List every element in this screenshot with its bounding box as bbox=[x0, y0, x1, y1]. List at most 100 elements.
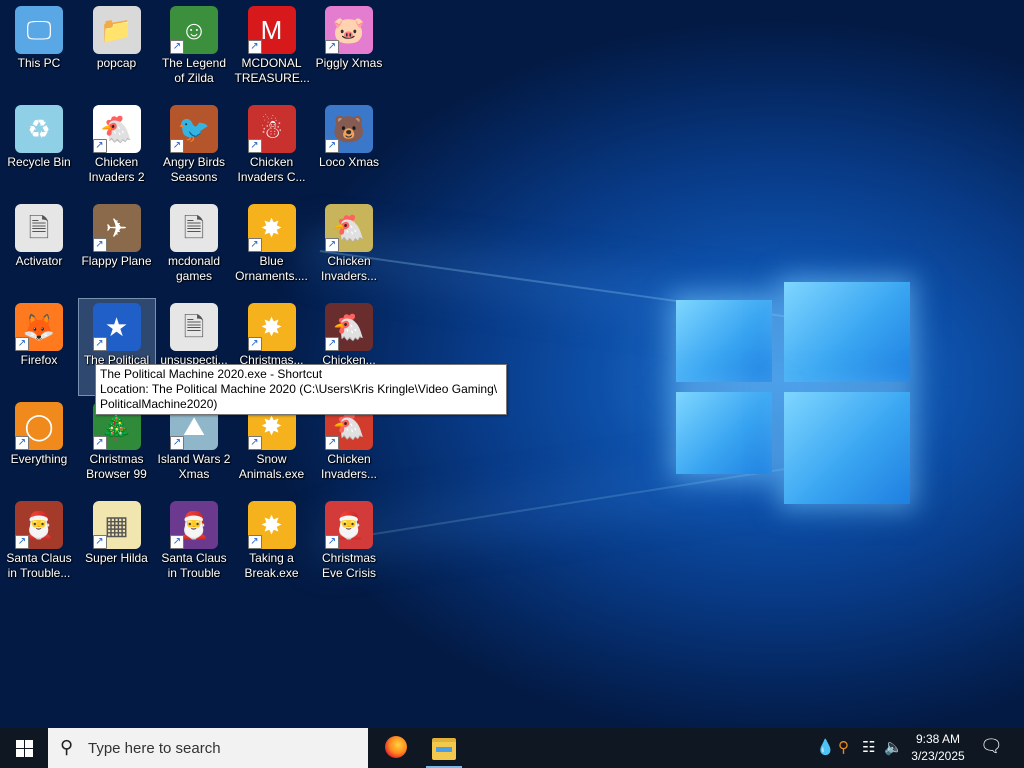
desktop-icon-label: MCDONAL TREASURE... bbox=[234, 56, 310, 85]
taskbar-firefox-button[interactable] bbox=[372, 728, 420, 768]
desktop-icon[interactable]: ✈ ↗ Flappy Plane bbox=[79, 200, 155, 296]
desktop-icon[interactable]: 🎅 ↗ Christmas Eve Crisis bbox=[311, 497, 387, 593]
logo-pane bbox=[784, 282, 910, 382]
notification-center-icon[interactable]: 🗨 bbox=[980, 736, 1003, 757]
shortcut-arrow-icon: ↗ bbox=[247, 238, 262, 252]
pinwheel-icon: ✸ ↗ bbox=[247, 303, 296, 351]
desktop-icon-label: Chicken Invaders 2 bbox=[88, 155, 145, 184]
logo-pane bbox=[676, 300, 772, 382]
clock-time: 9:38 AM bbox=[915, 732, 961, 746]
desktop-icon[interactable]: 🐔 ↗ Chicken Invaders... bbox=[311, 200, 387, 296]
windows-icon bbox=[16, 740, 24, 748]
shortcut-arrow-icon: ↗ bbox=[15, 436, 29, 450]
desktop-icon[interactable]: 🐷 ↗ Piggly Xmas bbox=[311, 2, 387, 98]
shortcut-arrow-icon: ↗ bbox=[325, 40, 339, 54]
file-icon: 🗎 bbox=[170, 303, 218, 351]
file-icon: 🗎 bbox=[170, 204, 218, 252]
shortcut-arrow-icon: ↗ bbox=[92, 238, 107, 252]
chicken-icon: 🐔 ↗ bbox=[92, 105, 141, 153]
desktop-icon[interactable]: ✸ ↗ Taking a Break.exe bbox=[234, 497, 310, 593]
computer-icon: 🖵 bbox=[15, 6, 63, 54]
desktop-icon-label: Chicken Invaders... bbox=[320, 254, 378, 283]
desktop-icon[interactable]: ☺ ↗ The Legend of Zilda bbox=[156, 2, 232, 98]
shortcut-arrow-icon: ↗ bbox=[170, 436, 184, 450]
desktop-icon-label: Flappy Plane bbox=[81, 254, 152, 268]
pinwheel-icon: ✸ ↗ bbox=[247, 204, 296, 252]
desktop-icon[interactable]: 🐻 ↗ Loco Xmas bbox=[311, 101, 387, 197]
shortcut-arrow-icon: ↗ bbox=[15, 535, 29, 549]
mcdonalds-icon: M ↗ bbox=[247, 6, 296, 54]
firefox-icon: 🦊 ↗ bbox=[15, 303, 63, 351]
desktop-icon-label: Loco Xmas bbox=[318, 155, 380, 169]
desktop-icon-label: The Legend of Zilda bbox=[161, 56, 227, 85]
desktop-icon[interactable]: 📁 popcap bbox=[79, 2, 155, 98]
desktop-icon[interactable]: M ↗ MCDONAL TREASURE... bbox=[234, 2, 310, 98]
desktop-icon[interactable]: 🦊 ↗ Firefox bbox=[1, 299, 77, 395]
windows-icon bbox=[16, 749, 24, 757]
desktop-icon[interactable]: ▦ ↗ Super Hilda bbox=[79, 497, 155, 593]
search-ring-icon: ◯ ↗ bbox=[15, 402, 63, 450]
desktop-icon-label: Santa Claus in Trouble bbox=[161, 551, 227, 580]
water-drop-icon[interactable]: 💧 bbox=[816, 738, 835, 756]
taskbar-file-explorer-button[interactable] bbox=[420, 728, 468, 768]
desktop-icon-label: Piggly Xmas bbox=[315, 56, 383, 70]
shortcut-arrow-icon: ↗ bbox=[325, 238, 339, 252]
desktop-icon-label: mcdonald games bbox=[167, 254, 221, 283]
file-icon: 🗎 bbox=[15, 204, 63, 252]
taskbar-search-box[interactable]: ⚲ Type here to search bbox=[48, 728, 368, 768]
game-icon: ☺ ↗ bbox=[170, 6, 218, 54]
everything-search-icon[interactable]: ⚲ bbox=[838, 738, 849, 756]
desktop-icon-label: Recycle Bin bbox=[7, 155, 71, 169]
desktop-icon-label: Everything bbox=[10, 452, 68, 466]
start-button[interactable] bbox=[0, 728, 48, 768]
shortcut-arrow-icon: ↗ bbox=[247, 535, 262, 549]
firefox-icon bbox=[385, 736, 407, 758]
desktop-icon[interactable]: ♻ Recycle Bin bbox=[1, 101, 77, 197]
desktop-icon[interactable]: 🎅↗Santa Claus in Trouble... A... bbox=[1, 497, 77, 593]
desktop-icon[interactable]: 🖵 This PC bbox=[1, 2, 77, 98]
shortcut-arrow-icon: ↗ bbox=[92, 139, 107, 153]
clock-date: 3/23/2025 bbox=[911, 749, 965, 763]
desktop[interactable]: 🖵 This PC 📁 popcap ☺ ↗ The Legend of Zilda M ↗ MC… bbox=[0, 0, 1024, 728]
desktop-icon[interactable]: 🗎 Activator bbox=[1, 200, 77, 296]
shortcut-arrow-icon: ↗ bbox=[92, 436, 107, 450]
desktop-icon[interactable]: 🐔 ↗ Chicken Invaders 2 bbox=[79, 101, 155, 197]
desktop-icon[interactable]: 🐦 ↗ Angry Birds Seasons bbox=[156, 101, 232, 197]
desktop-icon-label: Angry Birds Seasons bbox=[162, 155, 226, 184]
chicken-icon: 🐔 ↗ bbox=[325, 204, 373, 252]
santa-icon: 🎅 ↗ bbox=[325, 501, 373, 549]
political-icon: ★ ↗ bbox=[92, 303, 141, 351]
shortcut-arrow-icon: ↗ bbox=[247, 139, 262, 153]
file-explorer-icon bbox=[432, 738, 456, 760]
desktop-icon-label: Chicken Invaders C... bbox=[237, 155, 306, 184]
clock[interactable]: 9:38 AM 3/23/2025 bbox=[898, 731, 978, 765]
pig-icon: 🐷 ↗ bbox=[325, 6, 373, 54]
shortcut-arrow-icon: ↗ bbox=[325, 535, 339, 549]
desktop-icon[interactable]: ☃ ↗ Chicken Invaders C... bbox=[234, 101, 310, 197]
logo-pane bbox=[676, 392, 772, 474]
shortcut-arrow-icon: ↗ bbox=[325, 337, 339, 351]
chicken-icon: 🐔 ↗ bbox=[325, 303, 373, 351]
snowman-icon: ☃ ↗ bbox=[247, 105, 296, 153]
desktop-icon-label: Christmas Browser 99 bbox=[86, 452, 147, 481]
shortcut-arrow-icon: ↗ bbox=[247, 436, 262, 450]
desktop-icon-label: This PC bbox=[17, 56, 61, 70]
search-placeholder: Type here to search bbox=[88, 740, 221, 757]
network-icon[interactable]: ☷ bbox=[862, 738, 875, 756]
pinwheel-icon: ✸ ↗ bbox=[247, 501, 296, 549]
shortcut-tooltip: The Political Machine 2020.exe - Shortcu… bbox=[95, 364, 507, 415]
shortcut-arrow-icon: ↗ bbox=[170, 535, 184, 549]
shortcut-arrow-icon: ↗ bbox=[247, 337, 262, 351]
recycle-bin-icon: ♻ bbox=[15, 105, 63, 153]
desktop-icon-label: Chicken Invaders... bbox=[320, 452, 378, 481]
desktop-icon[interactable]: 🗎 mcdonald games bbox=[156, 200, 232, 296]
desktop-icon[interactable]: 🎅 ↗ Santa Claus in Trouble bbox=[156, 497, 232, 593]
windows-icon bbox=[25, 740, 33, 748]
tooltip-location-cont: PoliticalMachine2020) bbox=[100, 397, 218, 411]
desktop-icon-label: Snow Animals.exe bbox=[238, 452, 305, 481]
desktop-icon[interactable]: ◯ ↗ Everything bbox=[1, 398, 77, 494]
folder-icon: 📁 bbox=[92, 6, 141, 54]
desktop-icon-label: Christmas Eve Crisis bbox=[321, 551, 376, 580]
desktop-icon[interactable]: ✸ ↗ Blue Ornaments.... bbox=[234, 200, 310, 296]
desktop-icon-label: Taking a Break.exe bbox=[244, 551, 299, 580]
